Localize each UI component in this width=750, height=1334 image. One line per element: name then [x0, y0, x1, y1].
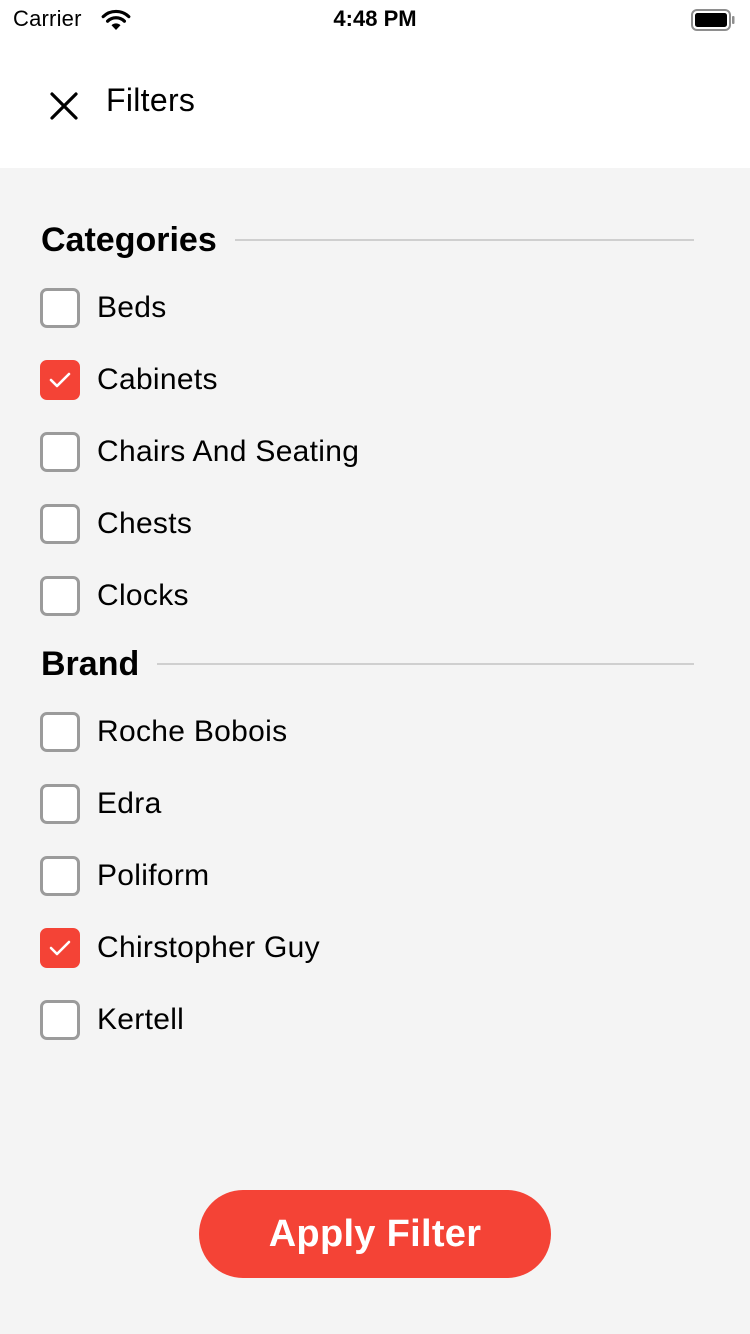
option-label: Chirstopher Guy [97, 931, 320, 964]
checkbox-checked[interactable] [40, 928, 80, 968]
checkbox[interactable] [40, 1000, 80, 1040]
brand-option[interactable]: Roche Bobois [40, 712, 287, 752]
close-icon [49, 91, 79, 126]
category-option[interactable]: Beds [40, 288, 167, 328]
checkmark-icon [49, 940, 71, 956]
battery-icon [691, 9, 735, 31]
option-label: Kertell [97, 1003, 185, 1036]
option-label: Roche Bobois [97, 715, 288, 748]
option-label: Cabinets [97, 363, 218, 396]
section-divider [234, 239, 694, 241]
checkbox-checked[interactable] [40, 360, 80, 400]
category-option[interactable]: Cabinets [40, 360, 218, 400]
apply-filter-button[interactable]: Apply Filter [199, 1190, 551, 1278]
checkbox[interactable] [40, 576, 80, 616]
option-label: Edra [97, 787, 162, 820]
filters-header: Filters [0, 40, 750, 168]
section-divider [157, 663, 694, 665]
close-button[interactable] [36, 80, 92, 136]
brand-section-header: Brand [41, 643, 694, 685]
brand-option[interactable]: Kertell [40, 1000, 184, 1040]
brand-option[interactable]: Poliform [40, 856, 209, 896]
category-option[interactable]: Clocks [40, 576, 189, 616]
category-option[interactable]: Chests [40, 504, 192, 544]
status-time: 4:48 PM [333, 6, 417, 31]
status-bar: Carrier 4:48 PM [0, 0, 750, 40]
option-label: Beds [97, 291, 167, 324]
checkbox[interactable] [40, 432, 80, 472]
page-title: Filters [106, 82, 196, 118]
categories-section-header: Categories [41, 219, 694, 261]
option-label: Clocks [97, 579, 189, 612]
checkbox[interactable] [40, 712, 80, 752]
option-label: Chests [97, 507, 193, 540]
brand-option[interactable]: Edra [40, 784, 162, 824]
brand-title: Brand [41, 644, 140, 683]
checkbox[interactable] [40, 288, 80, 328]
checkmark-icon [49, 372, 71, 388]
checkbox[interactable] [40, 856, 80, 896]
checkbox[interactable] [40, 504, 80, 544]
checkbox[interactable] [40, 784, 80, 824]
category-option[interactable]: Chairs And Seating [40, 432, 359, 472]
option-label: Chairs And Seating [97, 435, 360, 468]
categories-title: Categories [41, 220, 217, 259]
option-label: Poliform [97, 859, 210, 892]
brand-option[interactable]: Chirstopher Guy [40, 928, 320, 968]
